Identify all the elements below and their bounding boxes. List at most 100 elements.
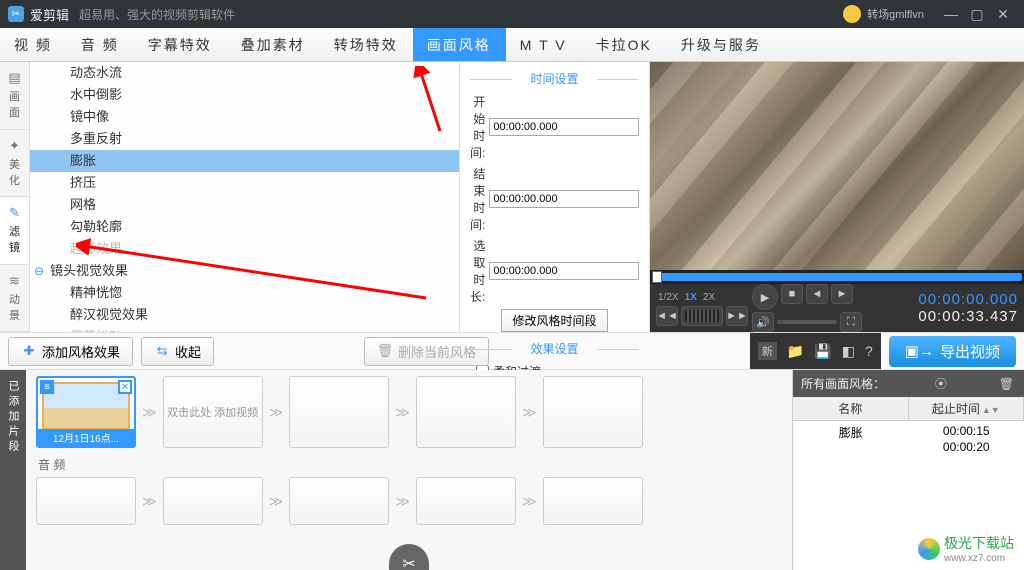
tab-4[interactable]: 转场特效 xyxy=(320,28,413,61)
seek-bar[interactable] xyxy=(650,270,1024,284)
duration-input[interactable] xyxy=(489,262,639,280)
effect-item[interactable]: 镜中像 xyxy=(30,106,459,128)
help-icon[interactable]: ? xyxy=(865,343,873,359)
speed-option[interactable]: 1X xyxy=(683,291,699,304)
arrow-icon: ≫ xyxy=(269,493,284,510)
effect-item[interactable]: 网格 xyxy=(30,194,459,216)
video-preview[interactable] xyxy=(650,62,1024,270)
right-tools: 新 📁 💾 ◧ ? xyxy=(750,333,881,369)
locate-icon[interactable]: ⦿ xyxy=(935,375,947,392)
tab-7[interactable]: 卡拉OK xyxy=(582,28,667,61)
wand-icon: ✚ xyxy=(21,343,37,359)
clip-placeholder[interactable]: 双击此处 添加视频 xyxy=(163,376,263,448)
sidetab-3[interactable]: ≋动景 xyxy=(0,265,29,333)
effect-item[interactable]: 精神恍惚 xyxy=(30,282,459,304)
arrow-icon: ≫ xyxy=(269,404,284,421)
clip-placeholder[interactable] xyxy=(163,477,263,525)
export-button[interactable]: ▣→导出视频 xyxy=(889,336,1016,367)
app-logo-icon: ✂ xyxy=(8,6,24,22)
sidetab-icon: ✎ xyxy=(7,205,23,221)
clip-thumbnail[interactable]: ≡✕12月1日16点... xyxy=(36,376,136,448)
effect-category[interactable]: 镜头视觉效果 xyxy=(30,260,459,282)
clip-placeholder[interactable] xyxy=(289,477,389,525)
speed-option[interactable]: 1/2X xyxy=(656,291,681,304)
clip-placeholder[interactable] xyxy=(543,376,643,448)
modify-time-button[interactable]: 修改风格时间段 xyxy=(501,309,607,332)
effect-item[interactable]: 挤压 xyxy=(30,172,459,194)
next-frame-button[interactable]: ►► xyxy=(726,306,748,326)
tab-1[interactable]: 音 频 xyxy=(67,28,134,61)
start-time-input[interactable] xyxy=(489,118,639,136)
minimize-button[interactable]: — xyxy=(938,6,964,22)
export-icon: ▣→ xyxy=(905,342,934,360)
speed-option[interactable]: 2X xyxy=(701,291,717,304)
app-name: 爱剪辑 xyxy=(30,5,69,24)
maximize-button[interactable]: ▢ xyxy=(964,6,990,23)
close-button[interactable]: ✕ xyxy=(990,6,1016,23)
duration-label: 选取时长: xyxy=(470,237,485,305)
titlebar: ✂ 爱剪辑 超易用、强大的视频剪辑软件 转场gmlflvn — ▢ ✕ xyxy=(0,0,1024,28)
fx-section-title: 效果设置 xyxy=(470,340,639,357)
row-times: 00:00:1500:00:20 xyxy=(909,424,1024,455)
clip-placeholder[interactable] xyxy=(416,477,516,525)
end-time-input[interactable] xyxy=(489,190,639,208)
audio-row-label: 音 频 xyxy=(38,456,782,473)
effect-item[interactable]: 屏幕抖动 xyxy=(30,326,459,332)
effect-item[interactable]: 动态水流 xyxy=(30,62,459,84)
volume-slider[interactable] xyxy=(777,320,837,324)
stop-button[interactable]: ■ xyxy=(781,284,803,304)
tab-3[interactable]: 叠加素材 xyxy=(227,28,320,61)
arrow-icon: ≫ xyxy=(142,493,157,510)
tab-6[interactable]: M T V xyxy=(506,28,582,61)
arrow-icon: ≫ xyxy=(522,493,537,510)
sidetab-icon: ▤ xyxy=(7,70,23,86)
collapse-icon: ⇆ xyxy=(154,343,170,359)
tab-0[interactable]: 视 频 xyxy=(0,28,67,61)
top-nav: 视 频音 频字幕特效叠加素材转场特效画面风格M T V卡拉OK升级与服务 xyxy=(0,28,1024,62)
prev-frame-button[interactable]: ◄◄ xyxy=(656,306,678,326)
timeline-label: 已添加片段 xyxy=(0,370,26,570)
new-button[interactable]: 新 xyxy=(758,342,777,360)
clip-placeholder[interactable] xyxy=(543,477,643,525)
sidetab-0[interactable]: ▤画面 xyxy=(0,62,29,130)
effect-item[interactable]: 水中倒影 xyxy=(30,84,459,106)
tab-8[interactable]: 升级与服务 xyxy=(667,28,776,61)
effect-item[interactable]: 醉汉视觉效果 xyxy=(30,304,459,326)
fullscreen-button[interactable]: ⛶ xyxy=(840,312,862,332)
delete-icon[interactable]: 🗑 xyxy=(999,377,1014,391)
user-name: 转场gmlflvn xyxy=(867,6,924,22)
volume-icon[interactable]: 🔊 xyxy=(752,312,774,332)
watermark: 极光下载站www.xz7.com xyxy=(918,533,1014,564)
effect-item[interactable]: 勾勒轮廓 xyxy=(30,216,459,238)
open-icon[interactable]: 📁 xyxy=(787,343,804,360)
collapse-button[interactable]: ⇆收起 xyxy=(141,337,214,366)
app-tagline: 超易用、强大的视频剪辑软件 xyxy=(79,6,235,23)
settings-icon[interactable]: ◧ xyxy=(842,343,855,360)
tab-5[interactable]: 画面风格 xyxy=(413,28,506,61)
user-avatar-icon[interactable] xyxy=(843,5,861,23)
tab-2[interactable]: 字幕特效 xyxy=(134,28,227,61)
effect-item[interactable]: 膨胀 xyxy=(30,150,459,172)
player-controls: 1/2X1X2X ◄◄ ►► ▶ ■ ◄ ► 🔊 ⛶ xyxy=(650,284,1024,332)
save-icon[interactable]: 💾 xyxy=(814,343,831,360)
step-back-button[interactable]: ◄ xyxy=(806,284,828,304)
col-time[interactable]: 起止时间▲▼ xyxy=(909,397,1024,420)
clip-placeholder[interactable] xyxy=(36,477,136,525)
scrub-wheel[interactable] xyxy=(681,306,723,326)
panel-row[interactable]: 膨胀 00:00:1500:00:20 xyxy=(793,421,1024,458)
panel-title: 所有画面风格： xyxy=(801,375,885,392)
scissors-button[interactable]: ✂ xyxy=(389,544,429,570)
col-name[interactable]: 名称 xyxy=(793,397,909,420)
sidetab-1[interactable]: ✦美化 xyxy=(0,130,29,198)
clip-placeholder[interactable] xyxy=(416,376,516,448)
step-fwd-button[interactable]: ► xyxy=(831,284,853,304)
sidetab-icon: ✦ xyxy=(7,138,23,154)
sidetab-icon: ≋ xyxy=(7,273,23,289)
clip-close-icon[interactable]: ✕ xyxy=(118,380,132,394)
effect-item[interactable]: 多重反射 xyxy=(30,128,459,150)
sidetab-2[interactable]: ✎滤镜 xyxy=(0,197,29,265)
effect-item[interactable]: 越彩效果 xyxy=(30,238,459,260)
add-style-button[interactable]: ✚添加风格效果 xyxy=(8,337,133,366)
play-button[interactable]: ▶ xyxy=(752,284,778,310)
clip-placeholder[interactable] xyxy=(289,376,389,448)
